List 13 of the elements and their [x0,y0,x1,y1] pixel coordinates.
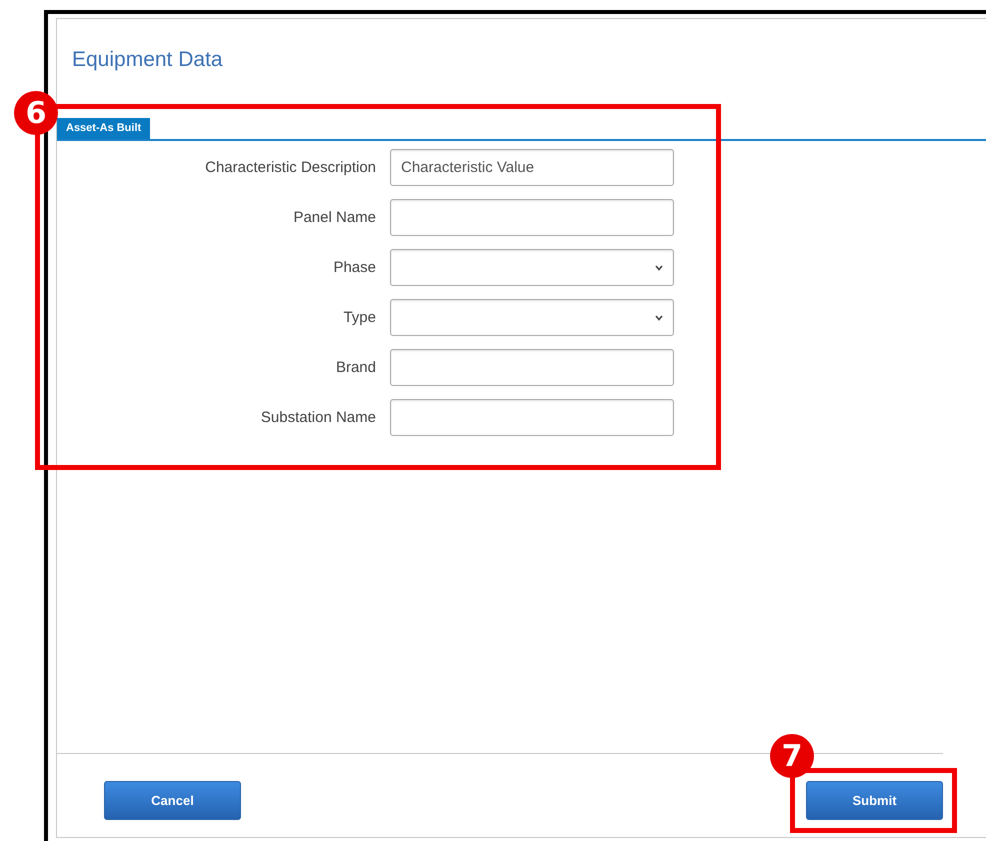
field-label: Panel Name [292,209,377,226]
field-label: Brand [334,359,377,376]
field-label: Characteristic Description [204,159,377,176]
submit-button[interactable]: Submit [806,781,943,820]
field-label: Phase [332,259,377,276]
step-badge: 6 [14,91,58,135]
field-label: Substation Name [260,409,377,426]
step-badge: 7 [770,734,814,778]
dialog-title: Equipment Data [71,47,224,73]
tab[interactable]: Asset-As Built [57,118,150,139]
field-label: Type [342,309,377,326]
cancel-button[interactable]: Cancel [104,781,241,820]
input-field[interactable]: Characteristic Value [390,149,674,186]
